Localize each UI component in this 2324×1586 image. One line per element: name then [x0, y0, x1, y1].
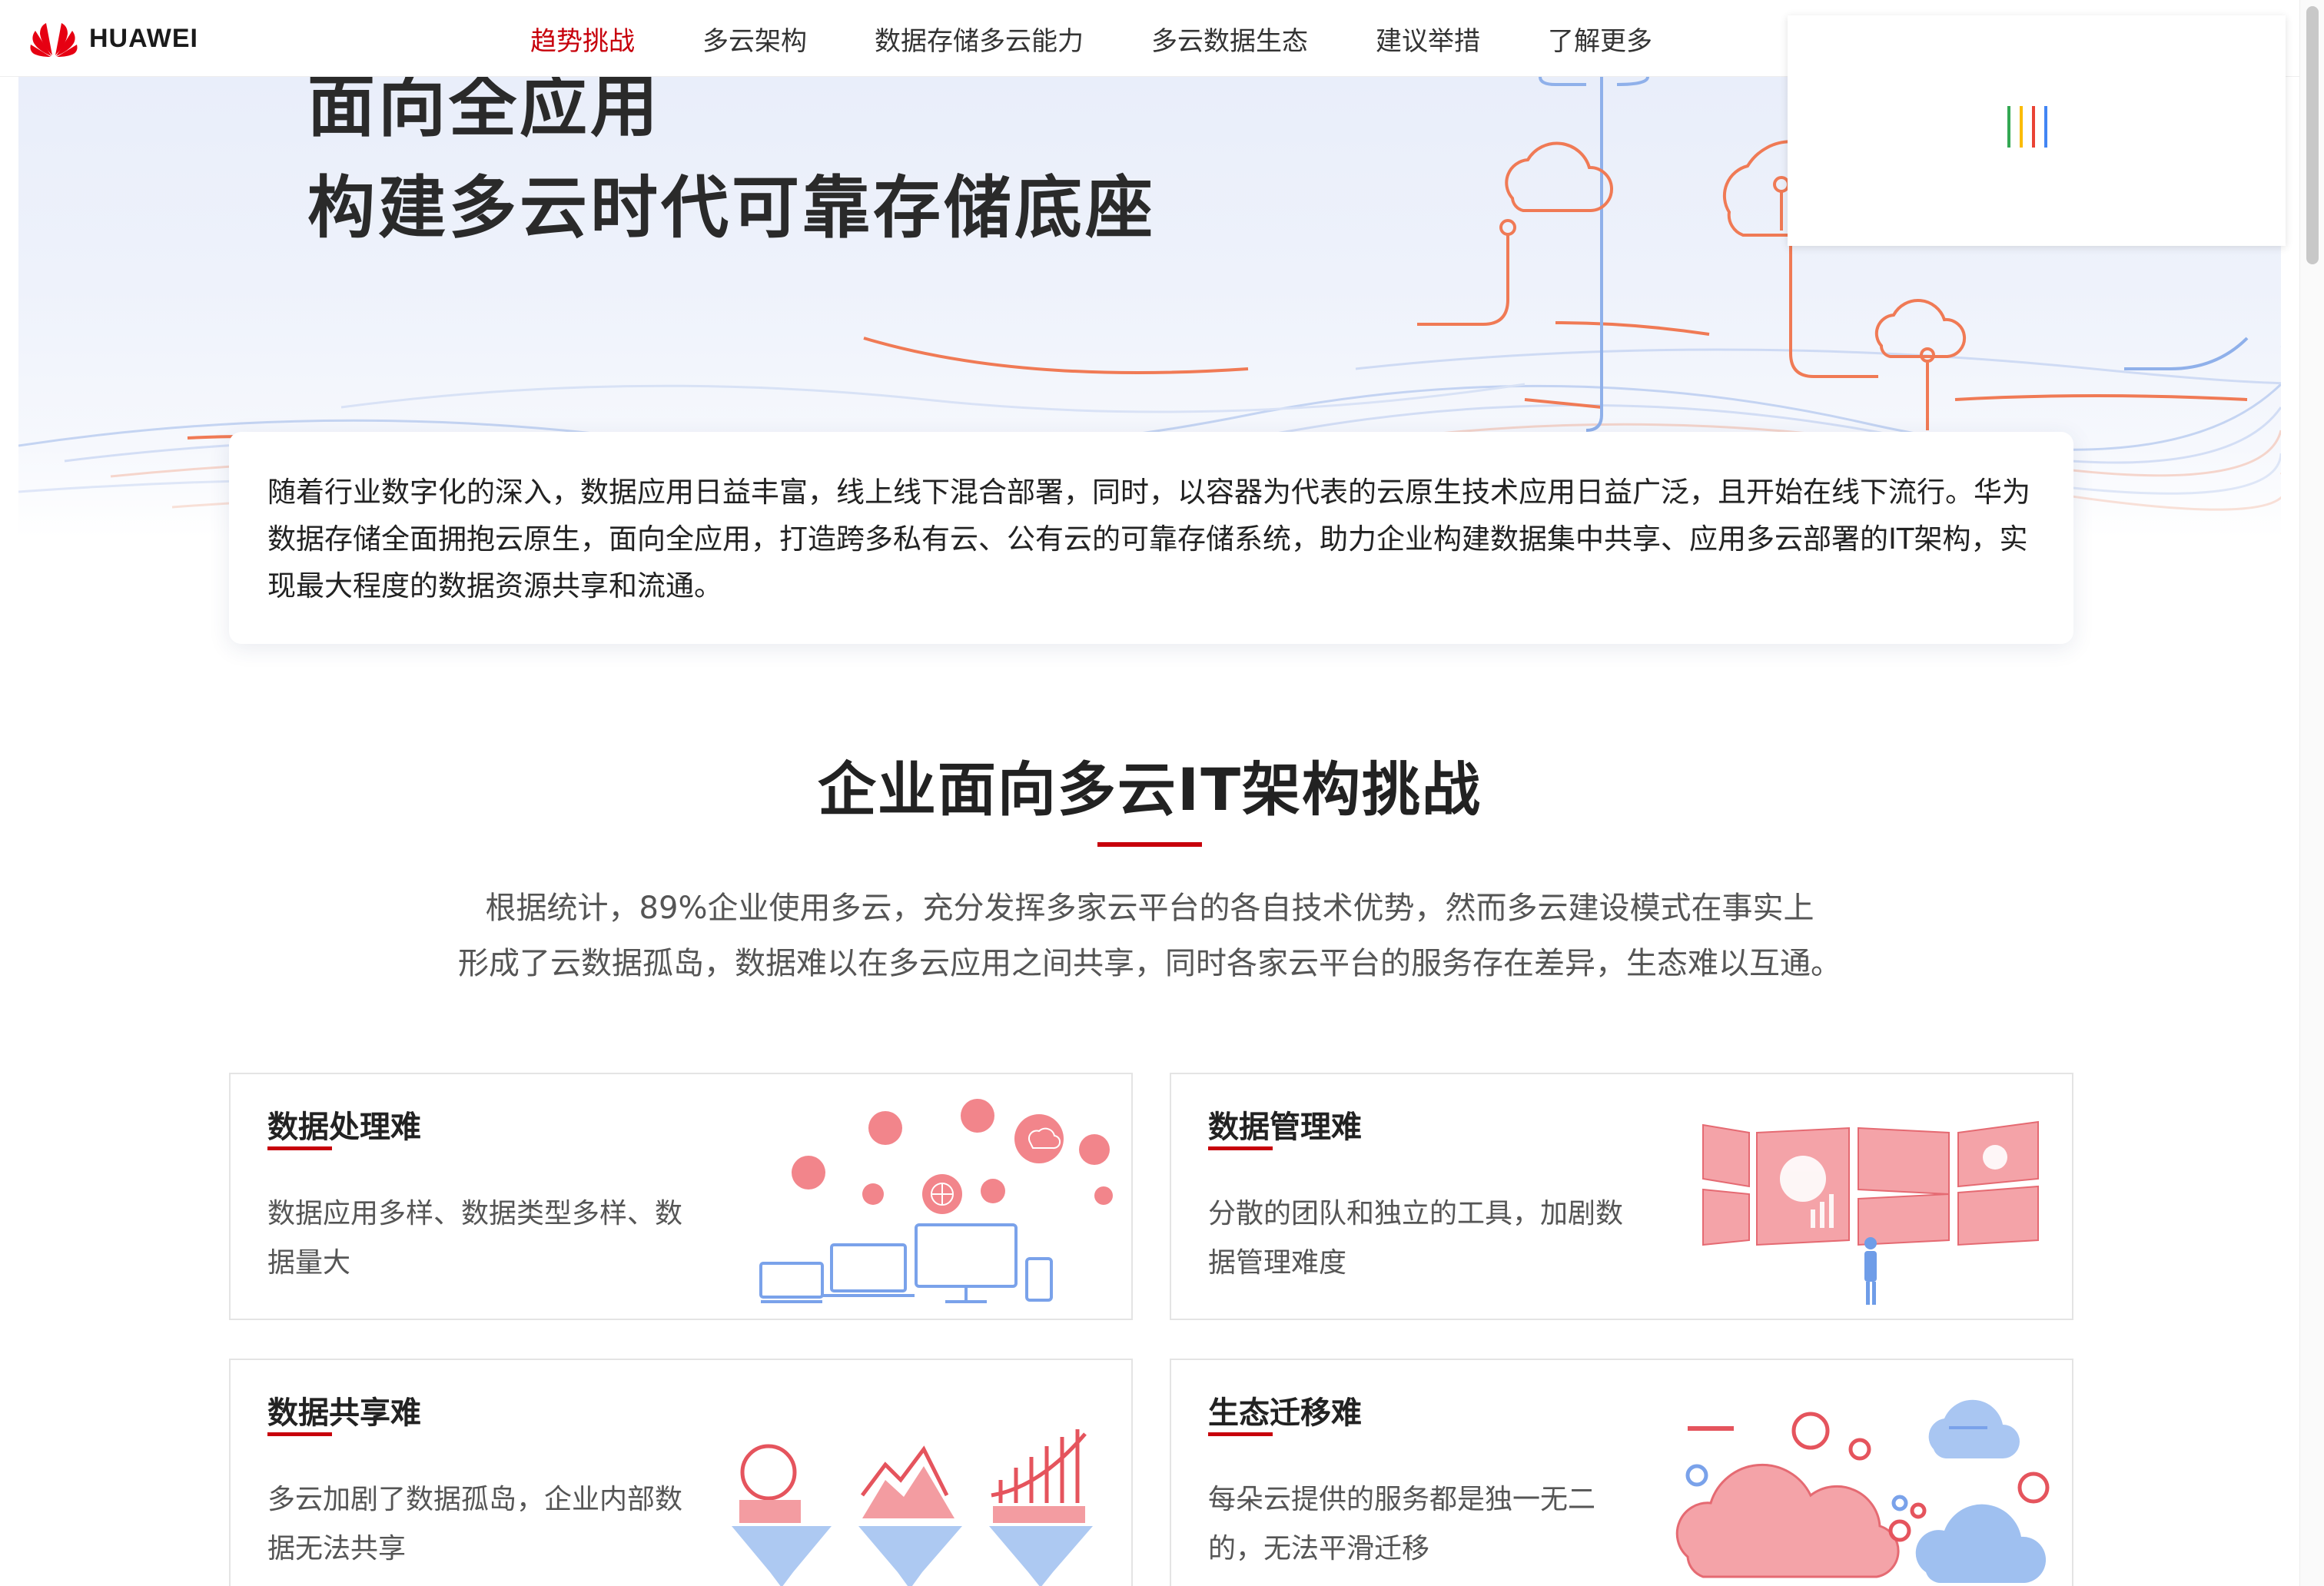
challenge-card-data-sharing[interactable]: 数据共享难 多云加剧了数据孤岛，企业内部数据无法共享 — [229, 1359, 1133, 1586]
card-title: 数据共享难 — [267, 1395, 421, 1431]
huawei-petal-logo-icon — [30, 23, 78, 57]
section-title-underline — [1097, 842, 1202, 847]
section-title: 企业面向多云IT架构挑战 — [817, 755, 1482, 824]
hero-title-line-1: 面向全应用 — [307, 77, 662, 146]
main-nav: 趋势挑战 多云架构 数据存储多云能力 多云数据生态 建议举措 了解更多 — [530, 0, 1720, 77]
spinner-bar — [2044, 106, 2047, 148]
scrollbar-thumb[interactable] — [2306, 6, 2319, 264]
nav-item-architecture[interactable]: 多云架构 — [702, 20, 807, 58]
nav-item-ecosystem[interactable]: 多云数据生态 — [1151, 20, 1308, 58]
data-islands-illustration — [732, 1429, 1093, 1586]
card-description: 数据应用多样、数据类型多样、数据量大 — [267, 1198, 683, 1279]
huawei-logo[interactable]: HUAWEI — [29, 17, 198, 60]
card-title-underline — [267, 1432, 332, 1436]
section-description: 根据统计，89%企业使用多云，充分发挥多家云平台的各自技术优势，然而多云建设模式… — [0, 881, 2299, 991]
hero-intro-text: 随着行业数字化的深入，数据应用日益丰富，线上线下混合部署，同时，以容器为代表的云… — [267, 476, 2030, 602]
challenge-card-data-processing[interactable]: 数据处理难 数据应用多样、数据类型多样、数据量大 — [229, 1073, 1133, 1320]
spinner-bar — [2020, 106, 2023, 148]
card-description: 多云加剧了数据孤岛，企业内部数据无法共享 — [267, 1484, 683, 1564]
section-description-line-2: 形成了云数据孤岛，数据难以在多云应用之间共享，同时各家云平台的服务存在差异，生态… — [458, 946, 1841, 981]
loading-popup — [1788, 15, 2286, 246]
loading-spinner-icon — [2007, 106, 2047, 148]
dashboard-screens-illustration — [1702, 1120, 2039, 1305]
challenge-card-data-management[interactable]: 数据管理难 分散的团队和独立的工具，加剧数据管理难度 — [1170, 1073, 2073, 1320]
page-scrollbar[interactable] — [2299, 0, 2324, 1586]
card-description: 分散的团队和独立的工具，加剧数据管理难度 — [1208, 1198, 1624, 1279]
card-title-underline — [1208, 1432, 1273, 1436]
section-description-line-1: 根据统计，89%企业使用多云，充分发挥多家云平台的各自技术优势，然而多云建设模式… — [485, 891, 1814, 926]
card-title-underline — [267, 1146, 332, 1150]
nav-item-learn-more[interactable]: 了解更多 — [1548, 20, 1652, 58]
spinner-bar — [2032, 106, 2035, 148]
card-title: 数据管理难 — [1208, 1110, 1362, 1145]
brand-name: HUAWEI — [89, 23, 198, 53]
nav-item-trends[interactable]: 趋势挑战 — [530, 20, 635, 58]
devices-data-bubbles-illustration — [759, 1099, 1113, 1303]
card-description: 每朵云提供的服务都是独一无二的，无法平滑迁移 — [1208, 1484, 1596, 1564]
clouds-gears-illustration — [1675, 1399, 2050, 1584]
hero-title-line-2: 构建多云时代可靠存储底座 — [307, 168, 1157, 247]
card-title-underline — [1208, 1146, 1273, 1150]
card-title: 数据处理难 — [267, 1110, 421, 1145]
card-title: 生态迁移难 — [1208, 1395, 1362, 1431]
spinner-bar — [2007, 106, 2010, 148]
hero-intro-card: 随着行业数字化的深入，数据应用日益丰富，线上线下混合部署，同时，以容器为代表的云… — [229, 432, 2073, 644]
nav-item-storage-capability[interactable]: 数据存储多云能力 — [875, 20, 1084, 58]
nav-item-recommendations[interactable]: 建议举措 — [1376, 20, 1480, 58]
challenge-card-ecosystem-migration[interactable]: 生态迁移难 每朵云提供的服务都是独一无二的，无法平滑迁移 — [1170, 1359, 2073, 1586]
